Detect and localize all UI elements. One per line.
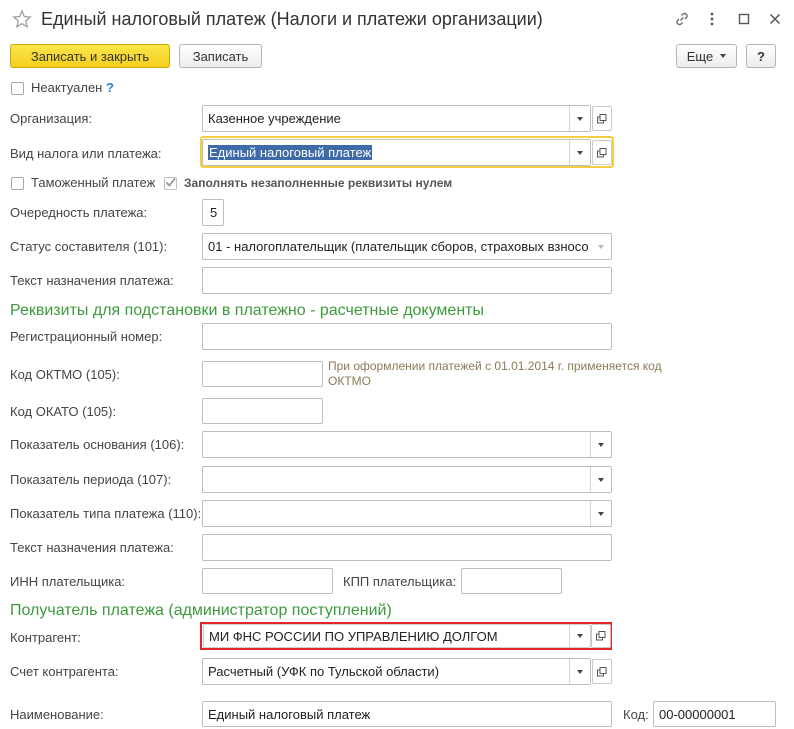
chevron-down-icon [577,669,583,674]
counterparty-value: МИ ФНС РОССИИ ПО УПРАВЛЕНИЮ ДОЛГОМ [209,628,498,644]
save-and-close-button[interactable]: Записать и закрыть [10,44,170,68]
reg-number-field[interactable] [202,323,612,350]
fill-zero-checkbox[interactable] [164,177,177,190]
counterparty-open-button[interactable] [591,624,611,648]
account-field[interactable]: Расчетный (УФК по Тульской области) [202,658,591,685]
tax-type-dropdown-button[interactable] [569,140,590,165]
chevron-down-icon [598,442,604,447]
account-label: Счет контрагента: [10,664,119,679]
tax-type-label: Вид налога или платежа: [10,146,162,161]
org-field[interactable]: Казенное учреждение [202,105,591,132]
link-icon[interactable] [671,8,693,30]
purpose2-field[interactable] [202,534,612,561]
name-field[interactable]: Единый налоговый платеж [202,701,612,727]
counterparty-dropdown-button[interactable] [569,625,590,647]
oktmo-hint: При оформлении платежей с 01.01.2014 г. … [328,359,662,388]
counterparty-label: Контрагент: [10,630,81,645]
more-menu-icon[interactable] [701,8,723,30]
okato-field[interactable] [202,398,323,424]
basis-field[interactable] [202,431,612,458]
org-label: Организация: [10,111,93,126]
close-icon[interactable] [764,8,786,30]
account-open-button[interactable] [592,659,612,684]
open-icon [597,666,607,676]
kpp-field[interactable] [461,568,562,594]
counterparty-field[interactable]: МИ ФНС РОССИИ ПО УПРАВЛЕНИЮ ДОЛГОМ [203,624,591,648]
inn-field[interactable] [202,568,333,594]
code-label: Код: [623,707,649,722]
checkmark-icon [165,177,176,187]
kpp-label: КПП плательщика: [343,574,457,589]
period-label: Показатель периода (107): [10,472,172,487]
customs-label: Таможенный платеж [31,175,156,190]
chevron-down-icon [577,150,583,155]
org-value: Казенное учреждение [208,111,341,126]
chevron-down-icon [577,116,583,121]
more-button[interactable]: Еще [676,44,737,68]
basis-dropdown-button[interactable] [590,432,611,457]
org-dropdown-button[interactable] [569,106,590,131]
name-label: Наименование: [10,707,104,722]
chevron-down-icon [577,634,583,638]
help-button[interactable]: ? [746,44,776,68]
inactive-checkbox[interactable] [11,82,24,95]
account-dropdown-button[interactable] [569,659,590,684]
chevron-down-icon [598,511,604,516]
oktmo-field[interactable] [202,361,323,387]
more-button-label: Еще [686,48,714,64]
account-value: Расчетный (УФК по Тульской области) [208,664,440,679]
purpose2-label: Текст назначения платежа: [10,540,174,555]
status-value: 01 - налогоплательщик (плательщик сборов… [208,239,589,254]
period-dropdown-button[interactable] [590,467,611,492]
basis-label: Показатель основания (106): [10,437,185,452]
customs-checkbox[interactable] [11,177,24,190]
chevron-down-icon [598,477,604,482]
purpose1-field[interactable] [202,267,612,294]
status-field[interactable]: 01 - налогоплательщик (плательщик сборов… [202,233,612,260]
chevron-down-icon [597,244,604,249]
purpose1-label: Текст назначения платежа: [10,273,174,288]
status-label: Статус составителя (101): [10,239,168,254]
period-field[interactable] [202,466,612,493]
tax-type-open-button[interactable] [592,140,612,165]
code-field[interactable]: 00-00000001 [653,701,776,727]
oktmo-label: Код ОКТМО (105): [10,367,120,382]
maximize-icon[interactable] [733,8,755,30]
chevron-down-icon [720,54,727,58]
save-button[interactable]: Записать [179,44,262,68]
status-dropdown-button[interactable] [590,234,611,259]
inactive-help-link[interactable]: ? [106,80,114,95]
pay-type-field[interactable] [202,500,612,527]
section-recipient-heading: Получатель платежа (администратор поступ… [10,602,392,619]
priority-label: Очередность платежа: [10,205,148,220]
tax-type-field[interactable]: Единый налоговый платеж [202,139,591,166]
org-open-button[interactable] [592,106,612,131]
pay-type-dropdown-button[interactable] [590,501,611,526]
pay-type-label: Показатель типа платежа (110): [10,506,202,521]
inactive-label: Неактуален [31,80,103,95]
inn-label: ИНН плательщика: [10,574,126,589]
open-icon [597,147,607,157]
okato-label: Код ОКАТО (105): [10,404,117,419]
open-icon [596,631,606,641]
tax-type-value: Единый налоговый платеж [208,145,373,160]
fill-zero-label: Заполнять незаполненные реквизиты нулем [184,176,453,190]
favorite-star-icon[interactable] [12,9,32,29]
window-title: Единый налоговый платеж (Налоги и платеж… [41,9,543,29]
reg-number-label: Регистрационный номер: [10,329,163,344]
priority-field[interactable]: 5 [202,199,224,226]
section-requisites-heading: Реквизиты для подстановки в платежно - р… [10,302,484,319]
open-icon [597,113,607,123]
